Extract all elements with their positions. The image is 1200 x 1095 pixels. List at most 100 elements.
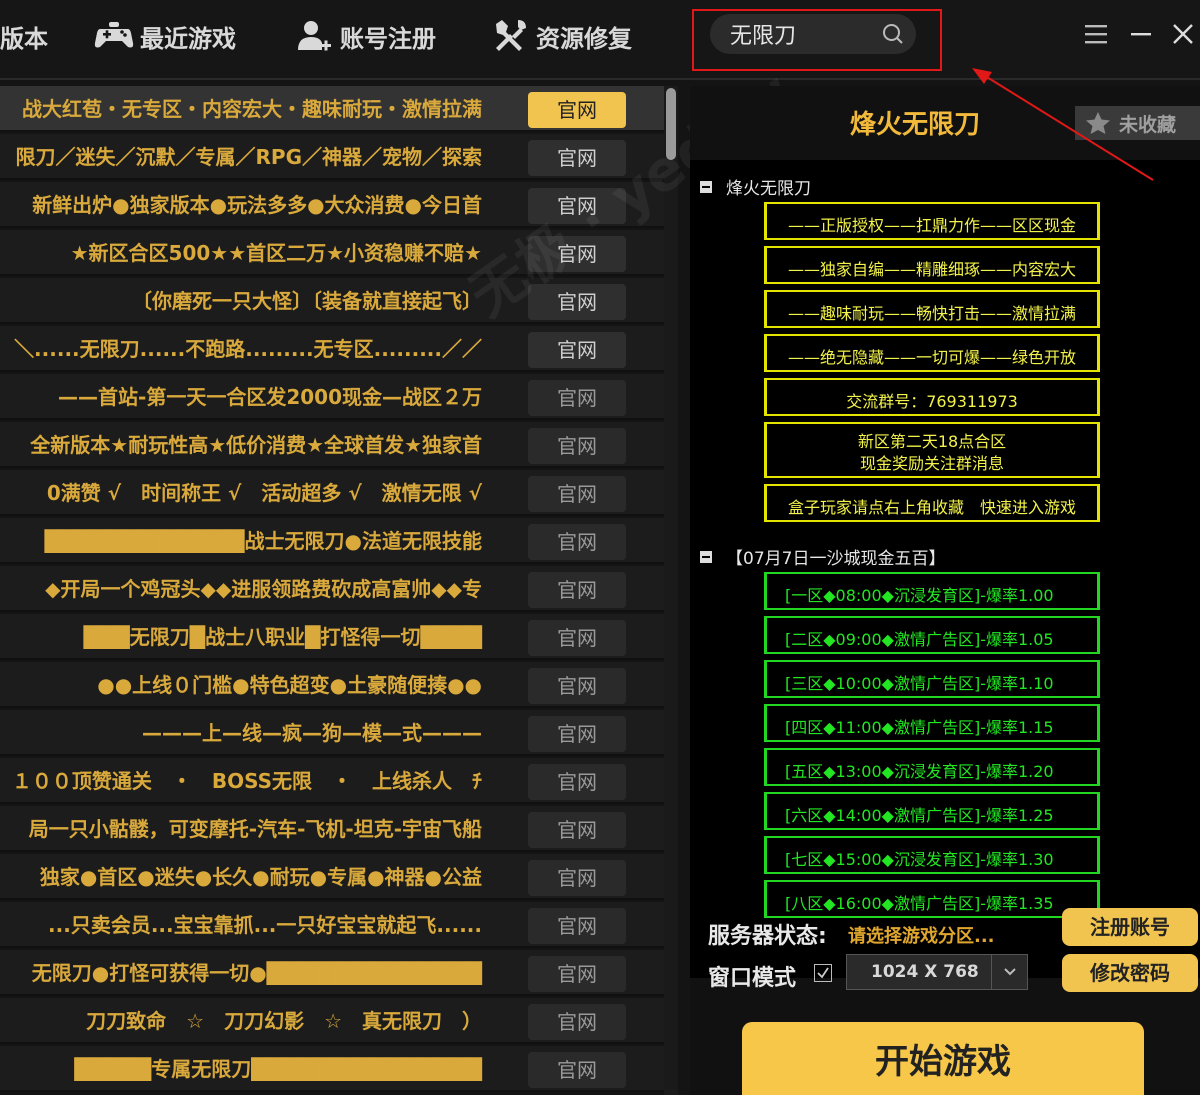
- server-item[interactable]: [一区◆08:00◆沉浸发育区]-爆率1.00: [764, 572, 1100, 610]
- server-item[interactable]: [八区◆16:00◆激情广告区]-爆率1.35: [764, 880, 1100, 918]
- server-status-label: 服务器状态:: [708, 924, 827, 949]
- collapse-icon[interactable]: [700, 180, 712, 193]
- game-row[interactable]: 独家●首区●迷失●长久●耐玩●专属●神器●公益 官网: [0, 854, 664, 900]
- game-row[interactable]: █████专属无限刀███████████████ 官网: [0, 1046, 664, 1092]
- tools-icon: [490, 18, 530, 54]
- official-site-button[interactable]: 官网: [528, 476, 626, 512]
- official-site-button[interactable]: 官网: [528, 812, 626, 848]
- game-description: █████████████战士无限刀●法道无限技能: [44, 529, 482, 553]
- nav-resource-repair[interactable]: 资源修复: [490, 14, 632, 58]
- scroll-thumb[interactable]: [666, 88, 676, 160]
- server-item[interactable]: [四区◆11:00◆激情广告区]-爆率1.15: [764, 704, 1100, 742]
- official-site-button[interactable]: 官网: [528, 908, 626, 944]
- server-item[interactable]: [五区◆13:00◆沉浸发育区]-爆率1.20: [764, 748, 1100, 786]
- notice-text: ——趣味耐玩——畅快打击——激情拉满: [787, 304, 1076, 323]
- game-description: ◆开局一个鸡冠头◆◆进服领路费砍成高富帅◆◆专: [45, 577, 482, 601]
- game-row[interactable]: 新鲜出炉●独家版本●玩法多多●大众消费●今日首 官网: [0, 182, 664, 228]
- section2-header[interactable]: 【07月7日一沙城现金五百】: [700, 544, 945, 569]
- window-mode-checkbox[interactable]: [814, 964, 832, 982]
- official-site-button[interactable]: 官网: [528, 188, 626, 224]
- official-site-button[interactable]: 官网: [528, 860, 626, 896]
- section1-title: 烽火无限刀: [726, 179, 811, 199]
- notice-line: 盒子玩家请点右上角收藏 快速进入游戏: [764, 484, 1100, 522]
- game-description: ——首站-第一天一合区发2000现金—战区２万: [58, 385, 482, 409]
- game-row[interactable]: █████████████战士无限刀●法道无限技能 官网: [0, 518, 664, 564]
- game-row[interactable]: 〔你磨死一只大怪〕〔装备就直接起飞〕 官网: [0, 278, 664, 324]
- nav-account-register[interactable]: 账号注册: [294, 14, 436, 58]
- change-password-button[interactable]: 修改密码: [1062, 954, 1198, 992]
- official-site-button[interactable]: 官网: [528, 380, 626, 416]
- notice-line: ——趣味耐玩——畅快打击——激情拉满: [764, 290, 1100, 328]
- game-row[interactable]: 0满赞 √ 时间称王 √ 活动超多 √ 激情无限 √ 官网: [0, 470, 664, 516]
- official-site-button[interactable]: 官网: [528, 92, 626, 128]
- search-icon[interactable]: [882, 23, 904, 45]
- game-row[interactable]: ＼......无限刀......不跑路.........无专区.........…: [0, 326, 664, 372]
- official-site-button[interactable]: 官网: [528, 428, 626, 464]
- nav-version[interactable]: 版本: [0, 14, 48, 58]
- nav-recent-games[interactable]: 最近游戏: [94, 14, 236, 58]
- official-site-button[interactable]: 官网: [528, 668, 626, 704]
- game-row[interactable]: ———上—线—疯—狗—模—式——— 官网: [0, 710, 664, 756]
- game-row[interactable]: ...只卖会员...宝宝靠抓...一只好宝宝就起飞...... 官网: [0, 902, 664, 948]
- register-account-button[interactable]: 注册账号: [1062, 908, 1198, 946]
- server-item[interactable]: [六区◆14:00◆激情广告区]-爆率1.25: [764, 792, 1100, 830]
- notice-text: 现金奖励关注群消息: [859, 454, 1004, 473]
- minimize-icon[interactable]: [1125, 18, 1157, 50]
- official-site-button[interactable]: 官网: [528, 524, 626, 560]
- server-item[interactable]: [二区◆09:00◆激情广告区]-爆率1.05: [764, 616, 1100, 654]
- notice-text: 新区第二天18点合区: [857, 432, 1007, 451]
- game-row[interactable]: 局一只小骷髅，可变摩托-汽车-飞机-坦克-宇宙飞船 官网: [0, 806, 664, 852]
- game-row[interactable]: ●●上线０门槛●特色超变●土豪随便揍●● 官网: [0, 662, 664, 708]
- official-site-button[interactable]: 官网: [528, 956, 626, 992]
- window-mode-label: 窗口模式: [708, 966, 797, 991]
- server-item[interactable]: [七区◆15:00◆沉浸发育区]-爆率1.30: [764, 836, 1100, 874]
- annotation-arrow: [972, 68, 1154, 181]
- official-site-button[interactable]: 官网: [528, 1052, 626, 1088]
- game-row[interactable]: 战大红苞・无专区・内容宏大・趣味耐玩・激情拉满 官网: [0, 86, 664, 132]
- nav-version-label: 版本: [0, 24, 48, 53]
- server-label: [五区◆13:00◆沉浸发育区]-爆率1.20: [785, 762, 1054, 781]
- detail-panel: 烽火无限刀 未收藏 烽火无限刀 ——正版授权——扛鼎力作——区区现金 ——独家自编…: [690, 86, 1200, 1095]
- game-row[interactable]: 全新版本★耐玩性高★低价消费★全球首发★独家首 官网: [0, 422, 664, 468]
- chevron-down-icon[interactable]: [991, 955, 1027, 989]
- official-site-button[interactable]: 官网: [528, 1004, 626, 1040]
- game-row[interactable]: 刀刀致命 ☆ 刀刀幻影 ☆ 真无限刀 ） 官网: [0, 998, 664, 1044]
- game-row[interactable]: ◆开局一个鸡冠头◆◆进服领路费砍成高富帅◆◆专 官网: [0, 566, 664, 612]
- nav-resource-repair-label: 资源修复: [536, 24, 632, 53]
- server-status-value: 请选择游戏分区...: [848, 926, 995, 947]
- list-scrollbar[interactable]: [664, 86, 678, 1095]
- game-row[interactable]: 无限刀●打怪可获得一切●██████████████ 官网: [0, 950, 664, 996]
- nav-account-register-label: 账号注册: [340, 24, 436, 53]
- search-box: [710, 14, 916, 54]
- start-game-button[interactable]: 开始游戏: [742, 1022, 1144, 1095]
- search-input[interactable]: [730, 20, 880, 48]
- resolution-select[interactable]: 1024 X 768: [846, 954, 1028, 990]
- collapse-icon[interactable]: [700, 550, 712, 563]
- game-description: 新鲜出炉●独家版本●玩法多多●大众消费●今日首: [32, 193, 482, 217]
- game-description: 全新版本★耐玩性高★低价消费★全球首发★独家首: [30, 433, 482, 457]
- official-site-button[interactable]: 官网: [528, 620, 626, 656]
- official-site-button[interactable]: 官网: [528, 140, 626, 176]
- game-description: １００顶赞通关 ・ BOSS无限 ・ 上线杀人 ﾁ: [11, 769, 482, 793]
- close-icon[interactable]: [1167, 18, 1199, 50]
- server-item[interactable]: [三区◆10:00◆激情广告区]-爆率1.10: [764, 660, 1100, 698]
- game-row[interactable]: ——首站-第一天一合区发2000现金—战区２万 官网: [0, 374, 664, 420]
- notice-text: ——绝无隐藏——一切可爆——绿色开放: [787, 348, 1076, 367]
- server-label: [四区◆11:00◆激情广告区]-爆率1.15: [785, 718, 1054, 737]
- game-row[interactable]: 限刀／迷失／沉默／专属／RPG／神器／宠物／探索 官网: [0, 134, 664, 180]
- official-site-button[interactable]: 官网: [528, 236, 626, 272]
- game-row[interactable]: ███无限刀█战士八职业█打怪得一切████ 官网: [0, 614, 664, 660]
- game-row[interactable]: ★新区合区500★★首区二万★小资稳赚不赔★ 官网: [0, 230, 664, 276]
- section1-header[interactable]: 烽火无限刀: [700, 174, 811, 199]
- official-site-button[interactable]: 官网: [528, 764, 626, 800]
- game-description: █████专属无限刀███████████████: [74, 1057, 482, 1081]
- game-row[interactable]: １００顶赞通关 ・ BOSS无限 ・ 上线杀人 ﾁ 官网: [0, 758, 664, 804]
- menu-icon[interactable]: [1080, 18, 1112, 50]
- official-site-button[interactable]: 官网: [528, 284, 626, 320]
- notice-line: ——正版授权——扛鼎力作——区区现金: [764, 202, 1100, 240]
- official-site-button[interactable]: 官网: [528, 572, 626, 608]
- official-site-button[interactable]: 官网: [528, 716, 626, 752]
- server-label: [二区◆09:00◆激情广告区]-爆率1.05: [785, 630, 1054, 649]
- official-site-button[interactable]: 官网: [528, 332, 626, 368]
- game-description: ＼......无限刀......不跑路.........无专区.........…: [14, 337, 482, 361]
